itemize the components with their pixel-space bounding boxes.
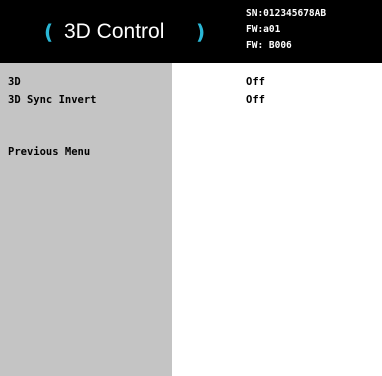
- value-column: [172, 63, 382, 376]
- title-group: ( 3D Control ): [38, 15, 238, 49]
- previous-menu-item[interactable]: Previous Menu: [0, 139, 172, 158]
- serial-number: SN:012345678AB: [246, 8, 327, 19]
- bracket-open: (: [44, 20, 54, 44]
- firmware-version: FW:a01: [246, 24, 281, 35]
- previous-menu-label: Previous Menu: [8, 146, 91, 158]
- menu-item-3d-sync-invert[interactable]: 3D Sync Invert Off: [0, 91, 382, 109]
- bracket-close: ): [196, 20, 206, 44]
- menu-header: ( 3D Control ) SN:012345678AB FW:a01 FW:…: [0, 0, 382, 63]
- menu-item-3d-label: 3D: [8, 76, 21, 88]
- menu-item-3d-sync-invert-value: Off: [246, 94, 265, 106]
- page-title: 3D Control: [64, 20, 165, 43]
- label-column: [0, 63, 172, 376]
- osd-menu: ( 3D Control ) SN:012345678AB FW:a01 FW:…: [0, 0, 382, 376]
- device-info: SN:012345678AB FW:a01 FW: B006: [246, 6, 378, 54]
- menu-item-3d-sync-invert-label: 3D Sync Invert: [8, 94, 97, 106]
- firmware-version-b: FW: B006: [246, 40, 292, 51]
- menu-item-3d-value: Off: [246, 76, 265, 88]
- menu-item-3d[interactable]: 3D Off: [0, 73, 382, 91]
